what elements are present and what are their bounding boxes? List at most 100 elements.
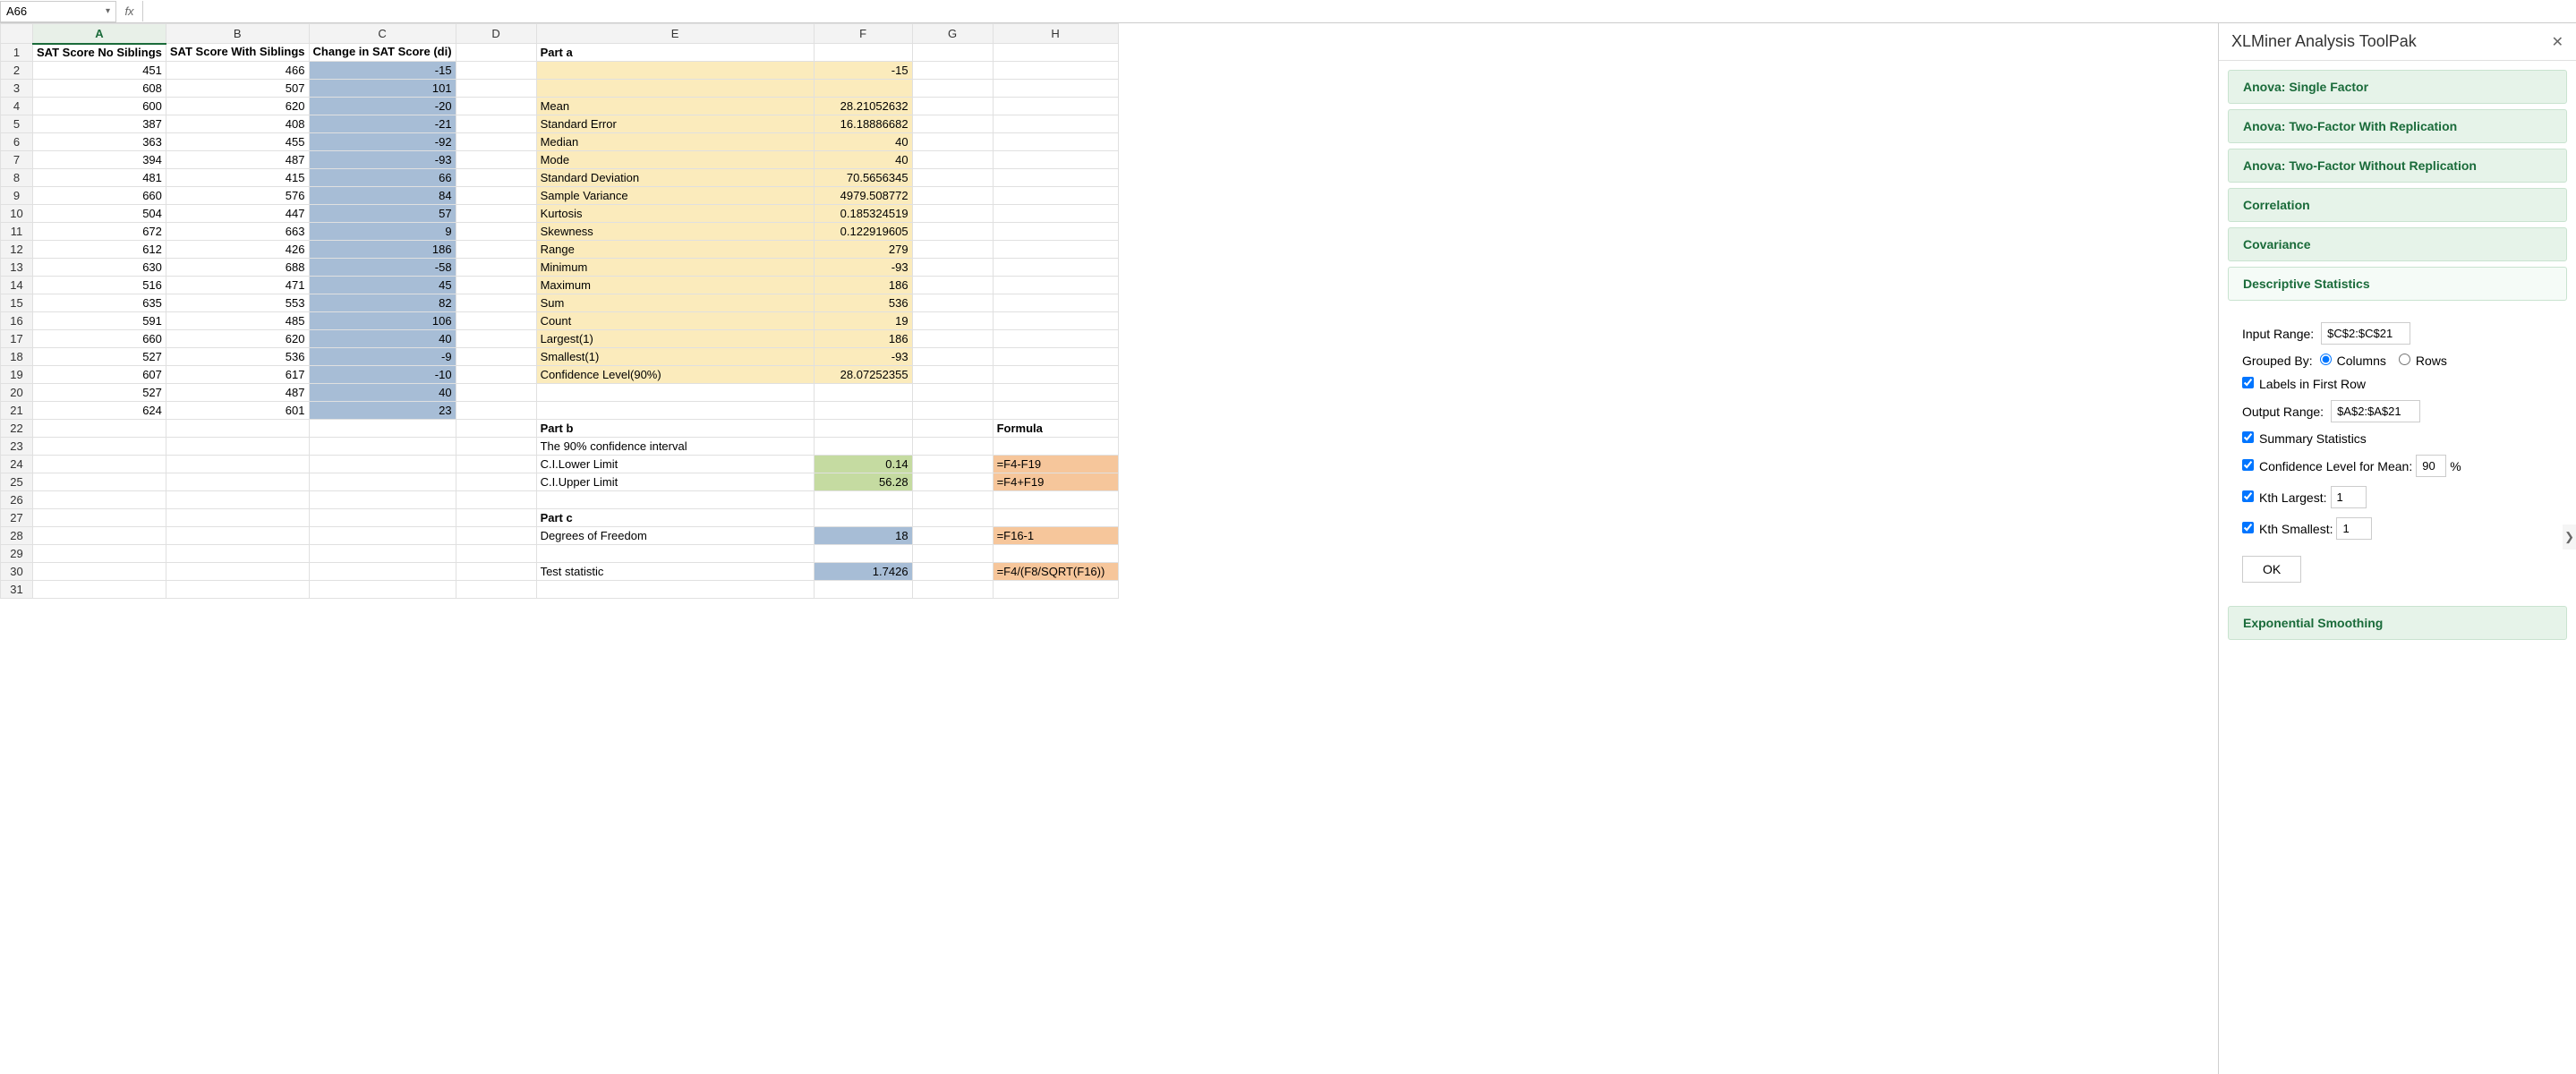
cell-B5[interactable]: 408 bbox=[166, 115, 309, 133]
cell-A8[interactable]: 481 bbox=[33, 169, 166, 187]
cell-G13[interactable] bbox=[912, 259, 993, 277]
row-header-2[interactable]: 2 bbox=[1, 62, 33, 80]
cell-E30[interactable]: Test statistic bbox=[536, 563, 814, 581]
cell-E13[interactable]: Minimum bbox=[536, 259, 814, 277]
output-range-field[interactable] bbox=[2331, 400, 2420, 422]
cell-F22[interactable] bbox=[814, 420, 912, 438]
cell-D10[interactable] bbox=[456, 205, 536, 223]
cell-C15[interactable]: 82 bbox=[309, 294, 456, 312]
cell-A17[interactable]: 660 bbox=[33, 330, 166, 348]
cell-H17[interactable] bbox=[993, 330, 1118, 348]
cell-E16[interactable]: Count bbox=[536, 312, 814, 330]
cell-F9[interactable]: 4979.508772 bbox=[814, 187, 912, 205]
cell-B3[interactable]: 507 bbox=[166, 80, 309, 98]
tool-correlation[interactable]: Correlation bbox=[2228, 188, 2567, 222]
cell-G21[interactable] bbox=[912, 402, 993, 420]
close-icon[interactable]: ✕ bbox=[2552, 33, 2563, 51]
kth-largest-checkbox[interactable]: Kth Largest: bbox=[2242, 490, 2327, 505]
cell-C3[interactable]: 101 bbox=[309, 80, 456, 98]
cell-D1[interactable] bbox=[456, 44, 536, 62]
cell-C1[interactable]: Change in SAT Score (di) bbox=[309, 44, 456, 62]
cell-E14[interactable]: Maximum bbox=[536, 277, 814, 294]
cell-H18[interactable] bbox=[993, 348, 1118, 366]
cell-E23[interactable]: The 90% confidence interval bbox=[536, 438, 814, 456]
cell-F19[interactable]: 28.07252355 bbox=[814, 366, 912, 384]
row-header-20[interactable]: 20 bbox=[1, 384, 33, 402]
row-header-26[interactable]: 26 bbox=[1, 491, 33, 509]
cell-H28[interactable]: =F16-1 bbox=[993, 527, 1118, 545]
cell-A13[interactable]: 630 bbox=[33, 259, 166, 277]
cell-A26[interactable] bbox=[33, 491, 166, 509]
cell-G30[interactable] bbox=[912, 563, 993, 581]
cell-C22[interactable] bbox=[309, 420, 456, 438]
ok-button[interactable]: OK bbox=[2242, 556, 2301, 583]
tool-anova-single-factor[interactable]: Anova: Single Factor bbox=[2228, 70, 2567, 104]
cell-G14[interactable] bbox=[912, 277, 993, 294]
row-header-30[interactable]: 30 bbox=[1, 563, 33, 581]
cell-G22[interactable] bbox=[912, 420, 993, 438]
cell-F30[interactable]: 1.7426 bbox=[814, 563, 912, 581]
cell-D28[interactable] bbox=[456, 527, 536, 545]
cell-F7[interactable]: 40 bbox=[814, 151, 912, 169]
row-header-22[interactable]: 22 bbox=[1, 420, 33, 438]
cell-B22[interactable] bbox=[166, 420, 309, 438]
cell-F20[interactable] bbox=[814, 384, 912, 402]
row-header-7[interactable]: 7 bbox=[1, 151, 33, 169]
labels-first-row-checkbox[interactable]: Labels in First Row bbox=[2242, 377, 2366, 391]
cell-C17[interactable]: 40 bbox=[309, 330, 456, 348]
cell-C8[interactable]: 66 bbox=[309, 169, 456, 187]
row-header-11[interactable]: 11 bbox=[1, 223, 33, 241]
cell-D22[interactable] bbox=[456, 420, 536, 438]
grouped-columns-radio[interactable]: Columns bbox=[2320, 354, 2386, 368]
cell-D4[interactable] bbox=[456, 98, 536, 115]
cell-D20[interactable] bbox=[456, 384, 536, 402]
cell-G20[interactable] bbox=[912, 384, 993, 402]
cell-D26[interactable] bbox=[456, 491, 536, 509]
row-header-28[interactable]: 28 bbox=[1, 527, 33, 545]
cell-C7[interactable]: -93 bbox=[309, 151, 456, 169]
col-header-E[interactable]: E bbox=[536, 24, 814, 44]
cell-F11[interactable]: 0.122919605 bbox=[814, 223, 912, 241]
cell-E1[interactable]: Part a bbox=[536, 44, 814, 62]
cell-D29[interactable] bbox=[456, 545, 536, 563]
row-header-10[interactable]: 10 bbox=[1, 205, 33, 223]
row-header-31[interactable]: 31 bbox=[1, 581, 33, 599]
cell-G11[interactable] bbox=[912, 223, 993, 241]
cell-B26[interactable] bbox=[166, 491, 309, 509]
cell-F3[interactable] bbox=[814, 80, 912, 98]
cell-F5[interactable]: 16.18886682 bbox=[814, 115, 912, 133]
cell-B7[interactable]: 487 bbox=[166, 151, 309, 169]
formula-input[interactable] bbox=[143, 10, 2576, 13]
cell-G19[interactable] bbox=[912, 366, 993, 384]
cell-C5[interactable]: -21 bbox=[309, 115, 456, 133]
cell-H11[interactable] bbox=[993, 223, 1118, 241]
cell-G18[interactable] bbox=[912, 348, 993, 366]
cell-G5[interactable] bbox=[912, 115, 993, 133]
cell-C9[interactable]: 84 bbox=[309, 187, 456, 205]
cell-A22[interactable] bbox=[33, 420, 166, 438]
cell-D16[interactable] bbox=[456, 312, 536, 330]
cell-H14[interactable] bbox=[993, 277, 1118, 294]
cell-H27[interactable] bbox=[993, 509, 1118, 527]
cell-F31[interactable] bbox=[814, 581, 912, 599]
grouped-rows-radio[interactable]: Rows bbox=[2399, 354, 2447, 368]
cell-D11[interactable] bbox=[456, 223, 536, 241]
cell-A15[interactable]: 635 bbox=[33, 294, 166, 312]
row-header-21[interactable]: 21 bbox=[1, 402, 33, 420]
cell-F18[interactable]: -93 bbox=[814, 348, 912, 366]
cell-F13[interactable]: -93 bbox=[814, 259, 912, 277]
cell-B27[interactable] bbox=[166, 509, 309, 527]
cell-H1[interactable] bbox=[993, 44, 1118, 62]
input-range-field[interactable] bbox=[2321, 322, 2410, 345]
cell-F14[interactable]: 186 bbox=[814, 277, 912, 294]
col-header-H[interactable]: H bbox=[993, 24, 1118, 44]
cell-B10[interactable]: 447 bbox=[166, 205, 309, 223]
row-header-15[interactable]: 15 bbox=[1, 294, 33, 312]
cell-E17[interactable]: Largest(1) bbox=[536, 330, 814, 348]
kth-smallest-checkbox[interactable]: Kth Smallest: bbox=[2242, 522, 2333, 536]
cell-H26[interactable] bbox=[993, 491, 1118, 509]
cell-C31[interactable] bbox=[309, 581, 456, 599]
cell-B6[interactable]: 455 bbox=[166, 133, 309, 151]
cell-G1[interactable] bbox=[912, 44, 993, 62]
cell-C16[interactable]: 106 bbox=[309, 312, 456, 330]
